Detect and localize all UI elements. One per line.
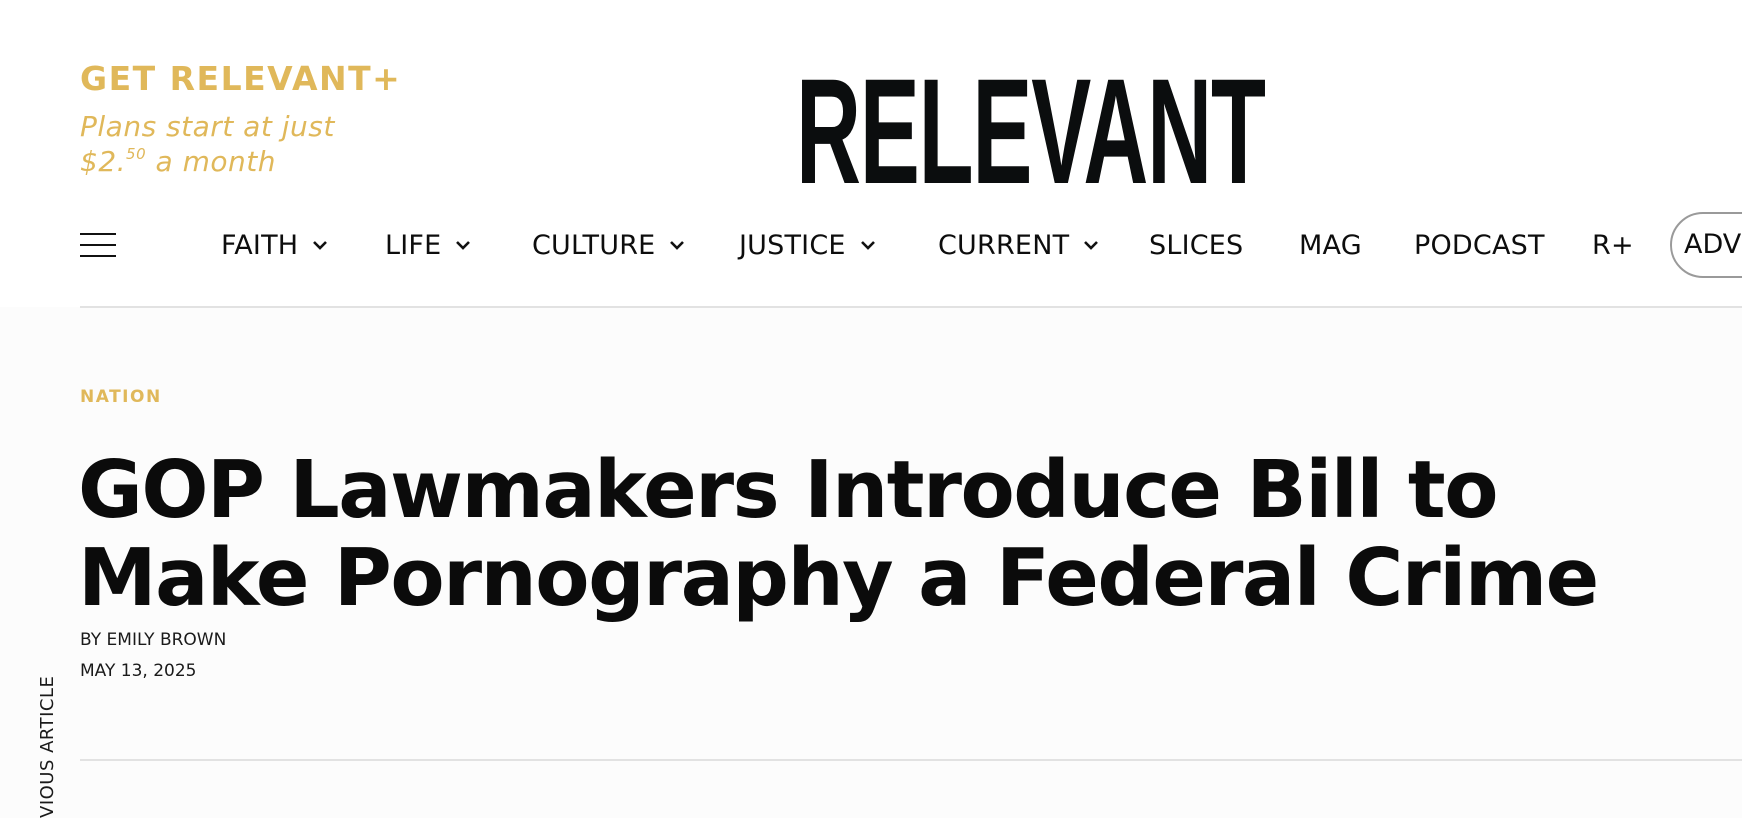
promo-price-suffix: a month bbox=[146, 145, 276, 178]
hamburger-line bbox=[80, 233, 116, 235]
nav-item-podcast[interactable]: PODCAST bbox=[1414, 222, 1545, 270]
article-category[interactable]: NATION bbox=[80, 387, 162, 407]
get-relevant-plus-promo[interactable]: GET RELEVANT+ Plans start at just $2.50 a… bbox=[80, 62, 401, 179]
article-divider bbox=[80, 759, 1742, 761]
header-divider bbox=[80, 306, 1742, 308]
chevron-down-icon bbox=[669, 240, 685, 250]
headline-line-2: Make Pornography a Federal Crime bbox=[78, 532, 1599, 624]
byline-prefix: BY bbox=[80, 630, 107, 650]
nav-item-label: MAG bbox=[1299, 230, 1362, 261]
nav-item-label: JUSTICE bbox=[739, 230, 846, 261]
chevron-down-icon bbox=[860, 240, 876, 250]
advertise-button[interactable]: ADVE bbox=[1670, 212, 1742, 278]
author-link[interactable]: EMILY BROWN bbox=[107, 630, 227, 650]
nav-item-faith[interactable]: FAITH bbox=[221, 222, 328, 270]
promo-subtitle: Plans start at just $2.50 a month bbox=[80, 109, 380, 179]
publish-date: MAY 13, 2025 bbox=[80, 661, 197, 681]
promo-price-cents: 50 bbox=[126, 145, 147, 163]
hamburger-menu-icon[interactable] bbox=[80, 233, 116, 257]
nav-item-label: SLICES bbox=[1149, 230, 1244, 261]
nav-item-culture[interactable]: CULTURE bbox=[532, 222, 685, 270]
article-headline: GOP Lawmakers Introduce Bill to Make Por… bbox=[78, 446, 1678, 622]
nav-item-label: LIFE bbox=[385, 230, 442, 261]
chevron-down-icon bbox=[455, 240, 471, 250]
nav-item-current[interactable]: CURRENT bbox=[938, 222, 1099, 270]
promo-title: GET RELEVANT+ bbox=[80, 59, 402, 98]
nav-item-mag[interactable]: MAG bbox=[1299, 222, 1362, 270]
nav-item-label: CULTURE bbox=[532, 230, 656, 261]
hamburger-line bbox=[80, 255, 116, 257]
byline: BY EMILY BROWN bbox=[80, 630, 226, 650]
nav-item-relevant-plus[interactable]: R+ bbox=[1592, 222, 1634, 270]
nav-item-label: FAITH bbox=[221, 230, 299, 261]
relevant-logo[interactable]: RELEVANT bbox=[796, 56, 1266, 206]
chevron-down-icon bbox=[312, 240, 328, 250]
nav-item-label: CURRENT bbox=[938, 230, 1070, 261]
promo-subtitle-line1: Plans start at just bbox=[80, 110, 335, 143]
hamburger-line bbox=[80, 244, 116, 246]
chevron-down-icon bbox=[1083, 240, 1099, 250]
nav-item-slices[interactable]: SLICES bbox=[1149, 222, 1243, 270]
nav-item-label: PODCAST bbox=[1414, 230, 1545, 261]
nav-item-life[interactable]: LIFE bbox=[385, 222, 471, 270]
headline-line-1: GOP Lawmakers Introduce Bill to bbox=[78, 444, 1498, 536]
advertise-button-label: ADVE bbox=[1684, 229, 1742, 260]
previous-article-link[interactable]: VIOUS ARTICLE bbox=[37, 676, 58, 818]
promo-price: $2. bbox=[80, 145, 127, 178]
nav-item-label: R+ bbox=[1592, 230, 1634, 261]
nav-item-justice[interactable]: JUSTICE bbox=[739, 222, 876, 270]
